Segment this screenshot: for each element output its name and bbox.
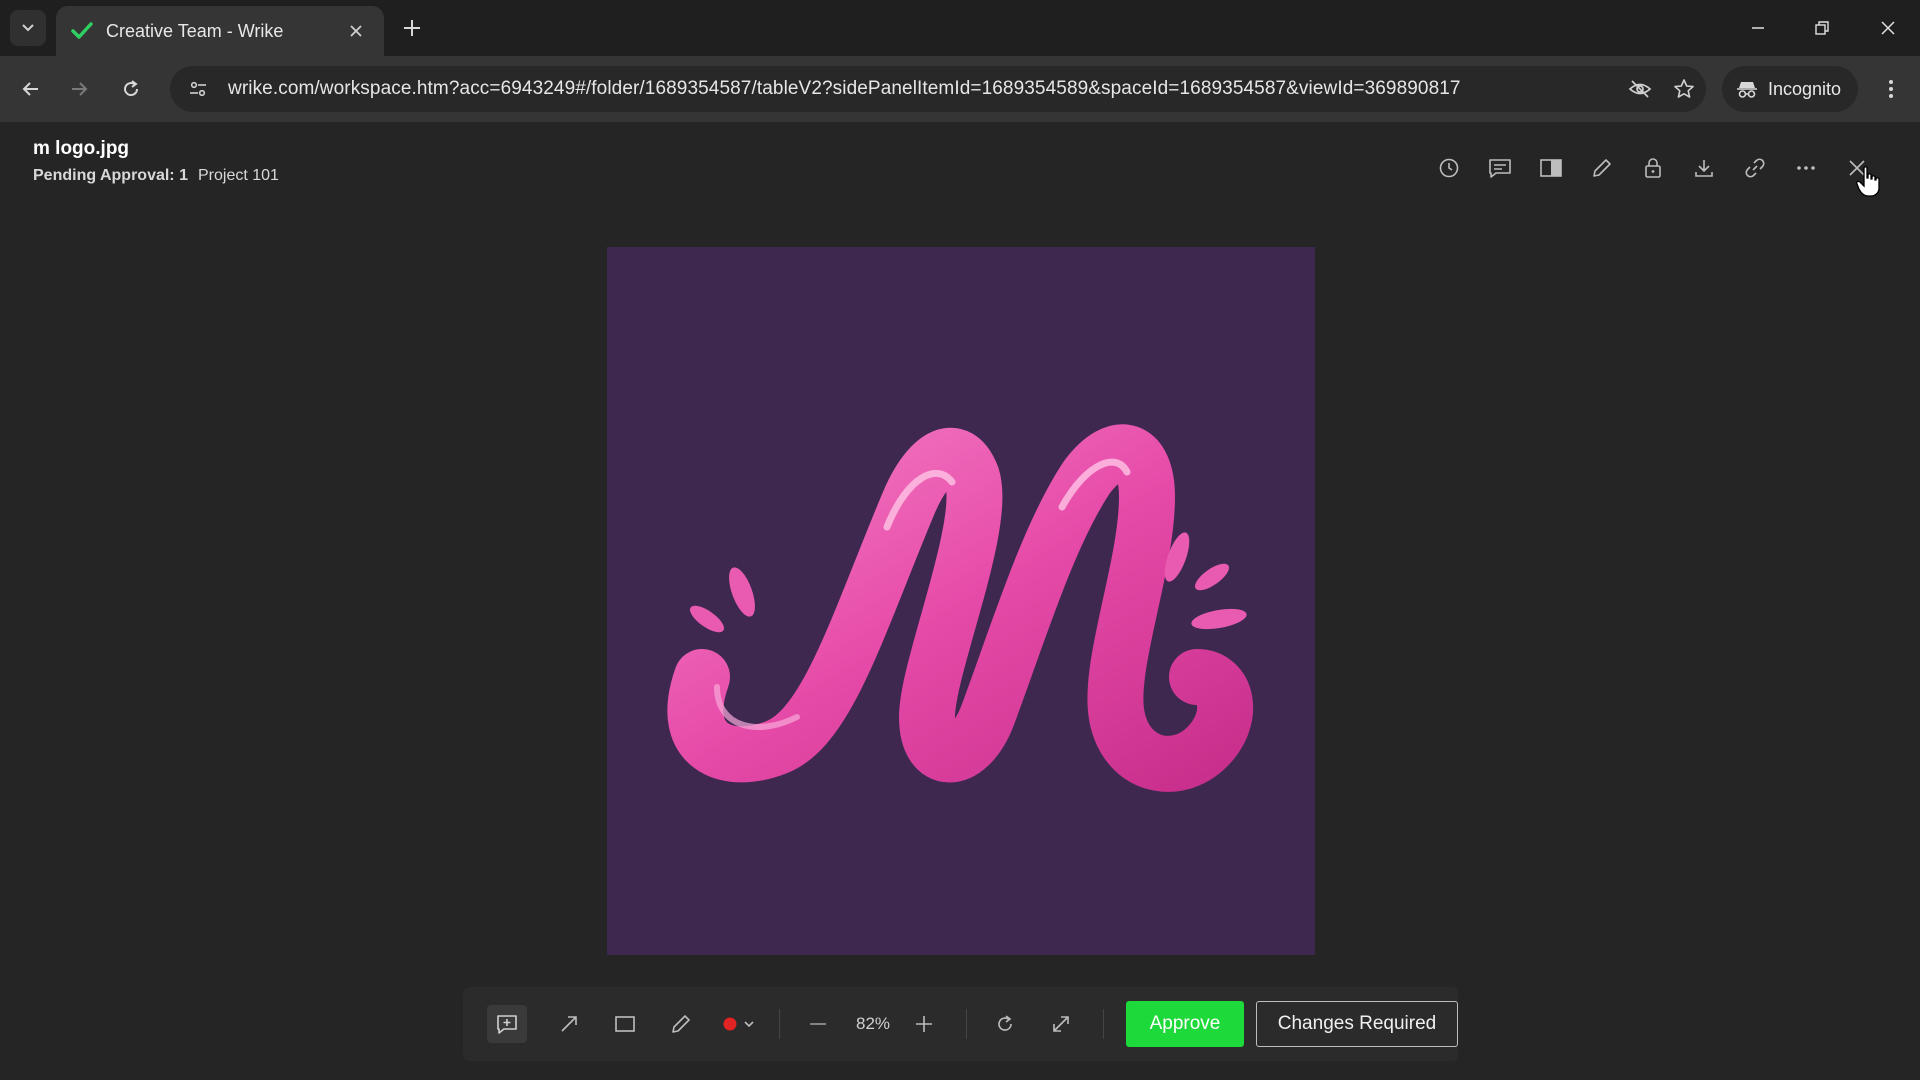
proof-viewer: m logo.jpg Pending Approval: 1 Project 1… xyxy=(0,122,1920,1080)
arrow-right-icon xyxy=(72,82,88,96)
bookmark-button[interactable] xyxy=(1662,69,1706,109)
plus-icon xyxy=(916,1016,932,1032)
reload-icon xyxy=(124,80,139,97)
m-logo-image xyxy=(667,424,1253,792)
pencil-icon xyxy=(1592,159,1611,177)
rotate-icon xyxy=(998,1015,1012,1031)
tab-title: Creative Team - Wrike xyxy=(106,20,284,41)
more-vertical-icon xyxy=(1889,80,1893,98)
more-options-button[interactable] xyxy=(1780,148,1831,188)
edit-button[interactable] xyxy=(1576,148,1627,188)
browser-toolbar: wrike.com/workspace.htm?acc=6943249#/fol… xyxy=(0,56,1920,122)
reload-button[interactable] xyxy=(112,70,150,108)
download-icon xyxy=(1694,160,1713,177)
review-toolbar: 82% Approve Changes Required xyxy=(463,987,1458,1061)
close-icon xyxy=(1881,21,1895,35)
version-history-button[interactable] xyxy=(1423,148,1474,188)
zoom-out-button[interactable] xyxy=(792,1002,844,1046)
incognito-icon xyxy=(1737,82,1757,98)
zoom-level: 82% xyxy=(855,1014,891,1033)
zoom-in-button[interactable] xyxy=(898,1002,950,1046)
changes-required-button[interactable]: Changes Required xyxy=(1256,1001,1458,1047)
fullscreen-button[interactable] xyxy=(1035,1002,1087,1046)
arrow-tool[interactable] xyxy=(543,1002,595,1046)
add-comment-icon xyxy=(497,1015,517,1034)
address-bar[interactable]: wrike.com/workspace.htm?acc=6943249#/fol… xyxy=(170,66,1706,112)
star-icon xyxy=(1674,79,1694,98)
minimize-button[interactable] xyxy=(1734,8,1782,48)
comments-button[interactable] xyxy=(1474,148,1525,188)
chevron-down-icon xyxy=(744,1021,754,1028)
arrow-left-icon xyxy=(22,82,38,96)
lock-icon xyxy=(1644,158,1661,178)
tab-search-button[interactable] xyxy=(10,10,46,46)
color-dot-icon xyxy=(723,1017,737,1031)
more-horizontal-icon xyxy=(1796,166,1815,170)
minus-icon xyxy=(810,1023,826,1025)
tune-icon xyxy=(190,81,206,97)
pencil-icon xyxy=(672,1015,690,1033)
compare-button[interactable] xyxy=(1525,148,1576,188)
annotation-color-picker[interactable] xyxy=(711,1002,767,1046)
browser-menu-button[interactable] xyxy=(1872,70,1910,108)
pencil-tool[interactable] xyxy=(655,1002,707,1046)
rectangle-tool[interactable] xyxy=(599,1002,651,1046)
rotate-button[interactable] xyxy=(979,1002,1031,1046)
new-tab-button[interactable] xyxy=(396,12,428,44)
minimize-icon xyxy=(1752,27,1764,29)
comments-icon xyxy=(1488,159,1511,178)
restore-button[interactable] xyxy=(1798,8,1846,48)
plus-icon xyxy=(404,20,420,36)
window-close-button[interactable] xyxy=(1864,8,1912,48)
file-name: m logo.jpg xyxy=(33,138,130,159)
tab-close-button[interactable] xyxy=(342,17,370,45)
incognito-indicator[interactable]: Incognito xyxy=(1722,66,1858,112)
chevron-down-icon xyxy=(22,24,34,32)
link-icon xyxy=(1744,158,1765,178)
approve-button[interactable]: Approve xyxy=(1126,1001,1244,1047)
arrow-diagonal-icon xyxy=(561,1016,577,1032)
restore-icon xyxy=(1815,21,1829,35)
project-label[interactable]: Project 101 xyxy=(198,167,279,185)
toolbar-divider xyxy=(779,1009,780,1039)
browser-tab[interactable]: Creative Team - Wrike xyxy=(56,6,384,56)
history-icon xyxy=(1439,158,1458,178)
lock-button[interactable] xyxy=(1627,148,1678,188)
eye-off-icon xyxy=(1628,80,1652,98)
tab-strip: Creative Team - Wrike xyxy=(0,0,1920,56)
copy-link-button[interactable] xyxy=(1729,148,1780,188)
tracking-protection-button[interactable] xyxy=(1618,69,1662,109)
rectangle-icon xyxy=(615,1016,635,1032)
forward-button[interactable] xyxy=(60,70,98,108)
file-subtitle: Pending Approval: 1 Project 101 xyxy=(33,167,279,185)
expand-icon xyxy=(1053,1016,1069,1032)
toolbar-divider xyxy=(966,1009,967,1039)
hand-cursor-icon xyxy=(1856,166,1880,197)
pending-approval-label[interactable]: Pending Approval: 1 xyxy=(33,167,188,185)
compare-icon xyxy=(1539,159,1562,177)
download-button[interactable] xyxy=(1678,148,1729,188)
viewer-toolbar xyxy=(1423,148,1882,188)
toolbar-divider xyxy=(1103,1009,1104,1039)
proof-image[interactable] xyxy=(607,247,1315,955)
incognito-label: Incognito xyxy=(1768,78,1842,99)
back-button[interactable] xyxy=(12,70,50,108)
close-icon xyxy=(350,25,362,37)
add-comment-tool[interactable] xyxy=(487,1005,527,1043)
site-info-button[interactable] xyxy=(178,69,218,109)
wrike-check-icon xyxy=(71,22,93,39)
url-text[interactable]: wrike.com/workspace.htm?acc=6943249#/fol… xyxy=(228,78,1618,100)
